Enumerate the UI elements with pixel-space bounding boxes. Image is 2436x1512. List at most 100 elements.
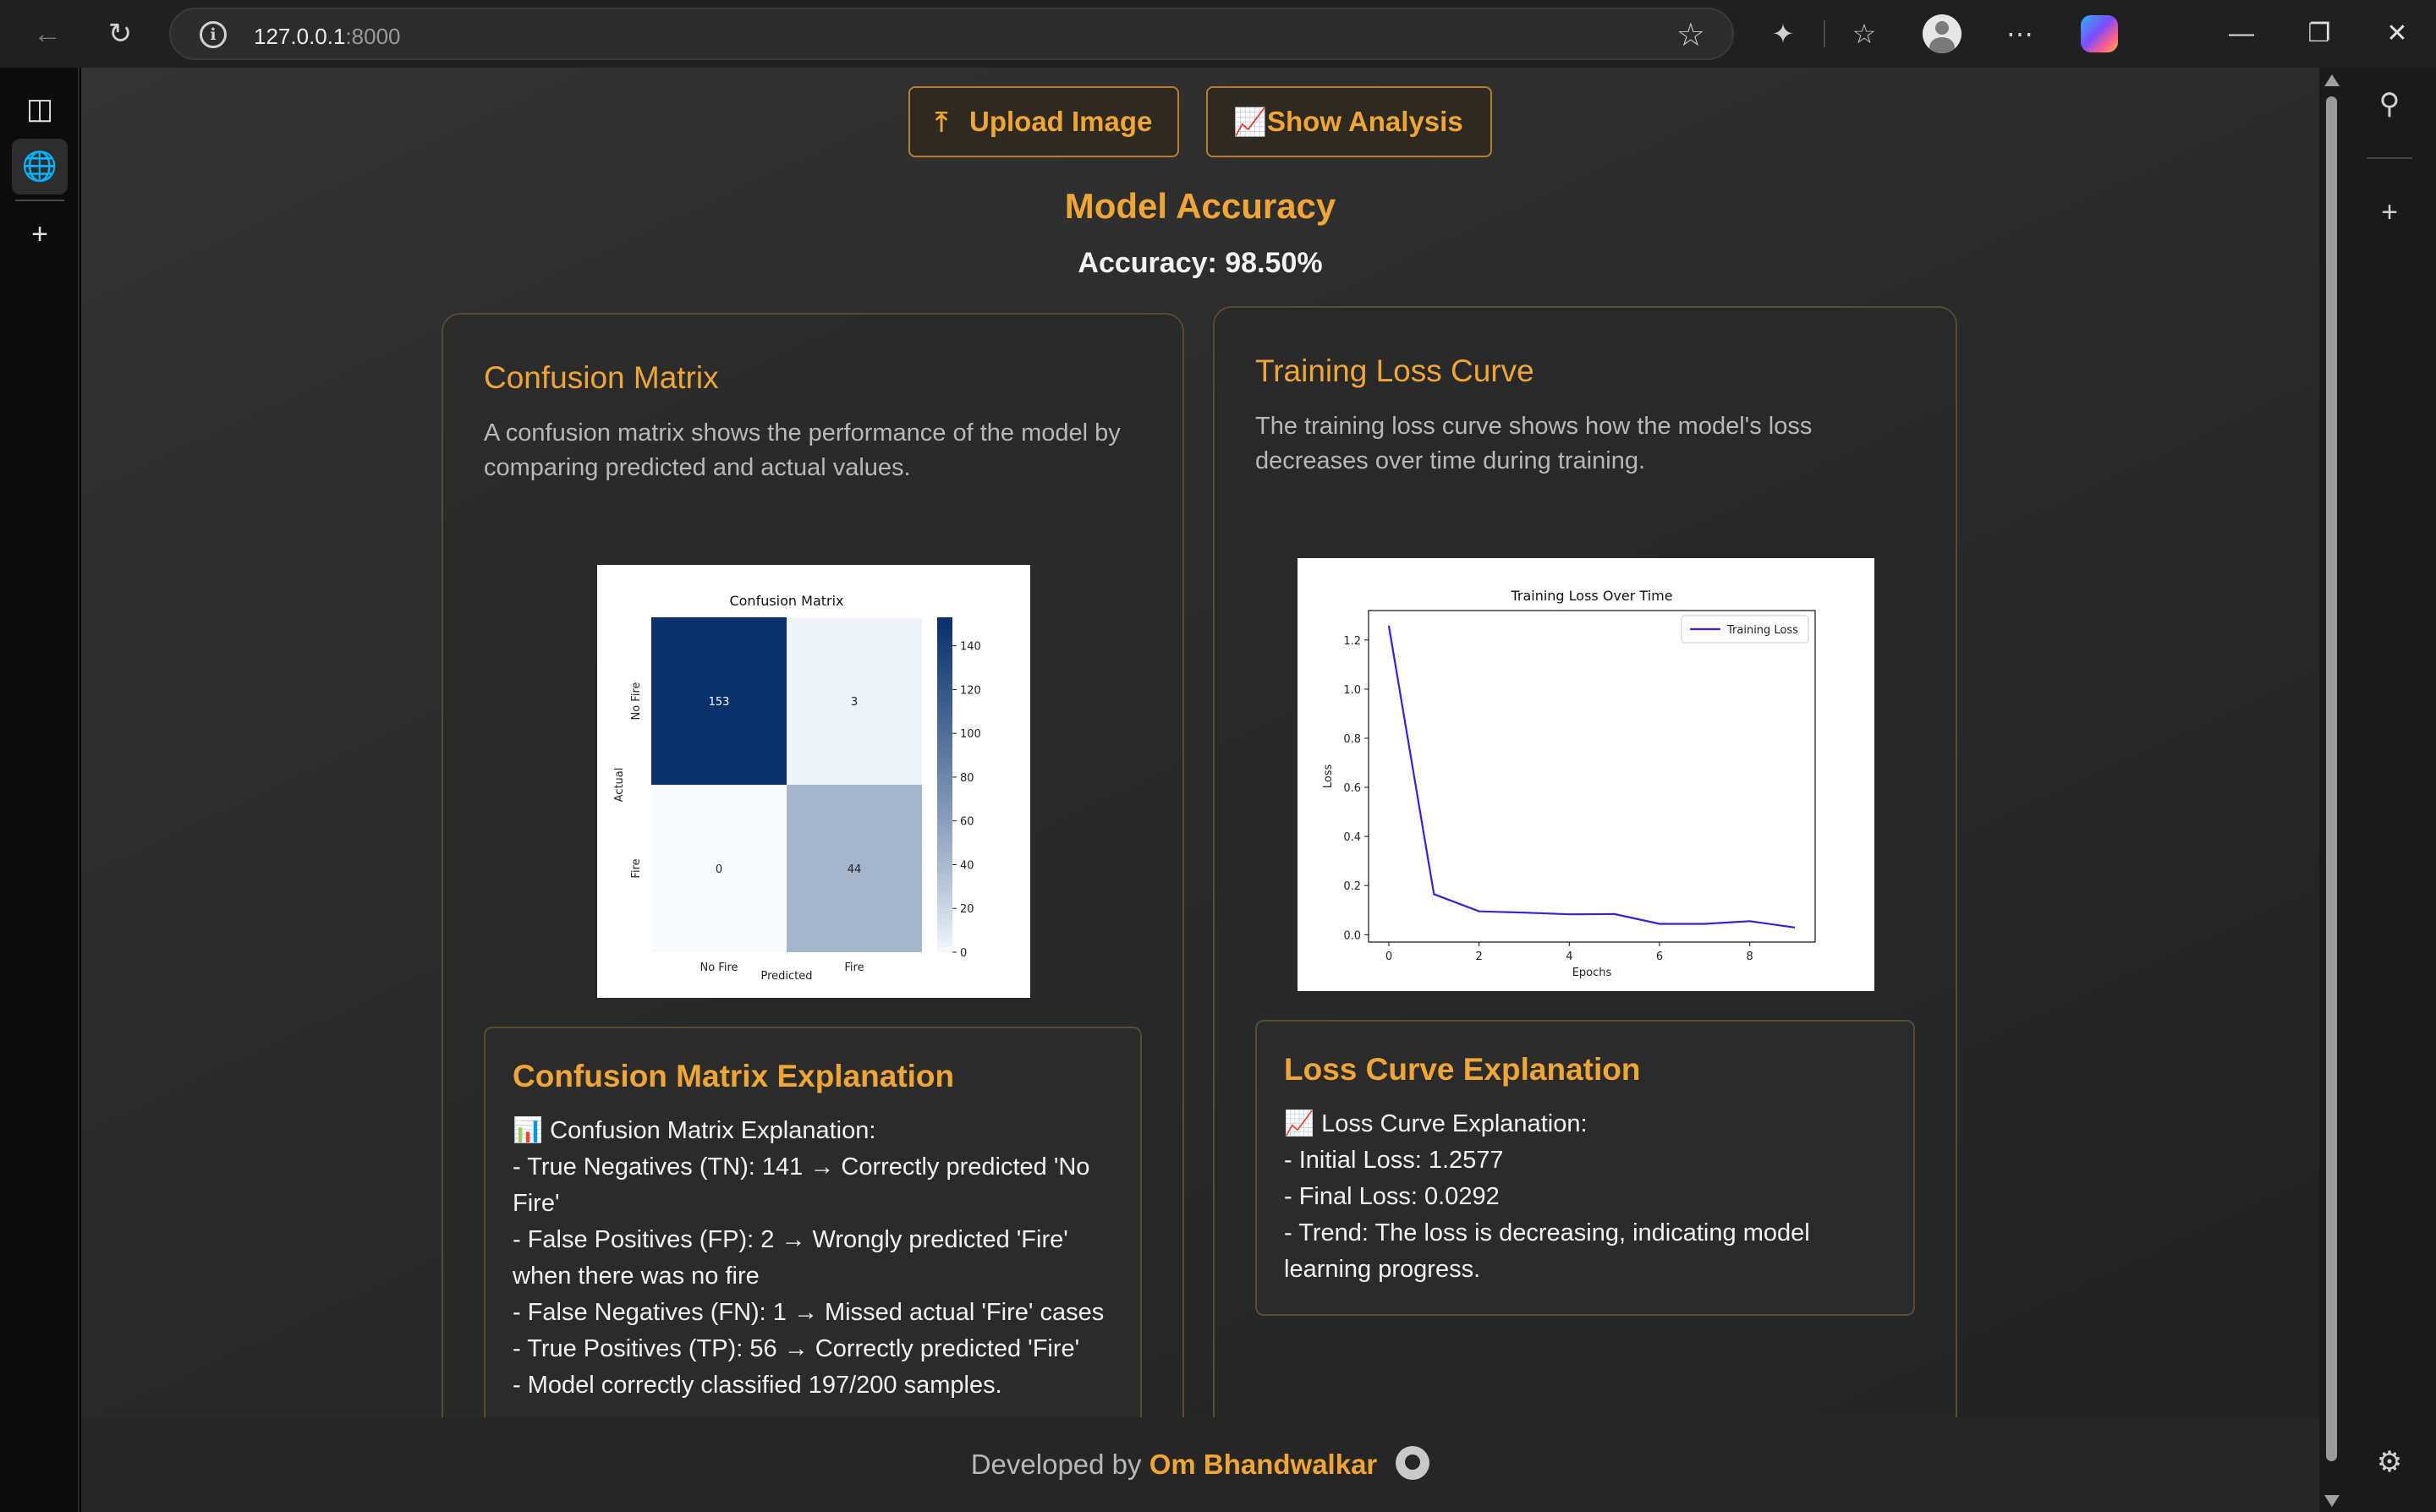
explanation-line: - Trend: The loss is decreasing, indicat… (1284, 1219, 1810, 1283)
more-options-icon[interactable]: ⋯ (2000, 14, 2040, 54)
x-tick-label: 0 (1385, 950, 1392, 963)
colorbar-segment (937, 874, 952, 880)
colorbar-segment (937, 801, 952, 808)
restore-icon[interactable]: ❐ (2296, 14, 2343, 54)
colorbar-segment (937, 924, 952, 931)
colorbar-segment (937, 701, 952, 708)
confusion-matrix-description: A confusion matrix shows the performance… (484, 419, 1121, 481)
favorite-star-icon[interactable]: ☆ (1676, 16, 1705, 54)
model-accuracy-title: Model Accuracy (1064, 186, 1336, 226)
explanation-line: - False Positives (FP): 2 → Wrongly pred… (513, 1226, 1068, 1290)
scroll-thumb[interactable] (2326, 96, 2337, 1461)
colorbar-segment (937, 712, 952, 719)
scroll-up-arrow-icon[interactable] (2324, 74, 2340, 86)
y-tick-label: 0.6 (1343, 782, 1361, 795)
colorbar-tick-label: 140 (960, 641, 981, 654)
y-tick-label: 1.0 (1343, 684, 1361, 697)
new-tab-plus-icon[interactable]: + (12, 206, 68, 262)
colorbar-segment (937, 885, 952, 891)
chart-line-icon: 📈 (1233, 107, 1267, 137)
confusion-matrix-card: Confusion Matrix A confusion matrix show… (442, 313, 1184, 1512)
confusion-matrix-chart: Confusion Matrix 153 3 0 44 No Fire Fire No Fir… (613, 593, 981, 983)
tab-globe-icon[interactable]: 🌐 (12, 139, 68, 194)
cell-value-label: 44 (848, 863, 862, 876)
loss-explanation-text: 📈 Loss Curve Explanation: - Initial Loss… (1284, 1106, 1893, 1288)
colorbar-segment (937, 790, 952, 797)
colorbar-segment (937, 645, 952, 652)
y-tick-label: Fire (630, 858, 643, 878)
colorbar-segment (937, 796, 952, 803)
scroll-down-arrow-icon[interactable] (2324, 1495, 2340, 1507)
colorbar-segment (937, 807, 952, 814)
loss-explanation-title: Loss Curve Explanation (1284, 1052, 1641, 1087)
colorbar-segment (937, 773, 952, 780)
close-icon[interactable]: ✕ (2373, 14, 2421, 54)
explanation-line: 📊 Confusion Matrix Explanation: (513, 1117, 876, 1144)
colorbar-segment (937, 818, 952, 824)
training-loss-title: Training Loss Curve (1255, 353, 1534, 388)
explanation-line: - Final Loss: 0.0292 (1284, 1183, 1500, 1210)
address-bar[interactable]: i 127.0.0.1:8000 ☆ (169, 8, 1734, 60)
y-tick-label: 1.2 (1343, 635, 1361, 648)
y-tick-label: 0.0 (1343, 929, 1361, 942)
cell-value-label: 3 (851, 696, 858, 709)
add-plus-icon[interactable]: + (2368, 191, 2411, 233)
colorbar-segment (937, 673, 952, 680)
accuracy-value: Accuracy: 98.50% (1078, 247, 1323, 279)
favorites-icon[interactable]: ☆ (1844, 14, 1885, 54)
tab-actions-icon[interactable]: ◫ (12, 81, 68, 137)
github-icon[interactable] (1396, 1446, 1430, 1481)
colorbar-segment (937, 723, 952, 730)
page-footer: Developed by Om Bhandwalkar (81, 1417, 2319, 1512)
y-axis-label: Actual (613, 768, 626, 803)
colorbar-segment (937, 667, 952, 674)
y-tick-label: 0.8 (1343, 733, 1361, 746)
colorbar-segment (937, 835, 952, 841)
explanation-line: - True Positives (TP): 56 → Correctly pr… (513, 1335, 1080, 1362)
minimize-icon[interactable]: — (2218, 14, 2265, 54)
colorbar-segment (937, 857, 952, 863)
author-name[interactable]: Om Bhandwalkar (1149, 1449, 1378, 1480)
colorbar-segment (937, 841, 952, 847)
x-tick-label: 4 (1566, 950, 1572, 963)
page-scrollbar[interactable] (2319, 68, 2343, 1512)
legend-label: Training Loss (1726, 624, 1798, 637)
colorbar-tick-label: 80 (960, 772, 974, 785)
explanation-line: - False Negatives (FN): 1 → Missed actua… (513, 1299, 1105, 1326)
colorbar-segment (937, 622, 952, 629)
colorbar-segment (937, 879, 952, 886)
extensions-icon[interactable]: ✦ (1763, 14, 1803, 54)
show-analysis-button[interactable]: 📈Show Analysis (1206, 86, 1492, 157)
site-info-icon[interactable]: i (200, 21, 227, 48)
x-tick-label: No Fire (700, 961, 738, 974)
colorbar-tick-label: 0 (960, 947, 967, 960)
colorbar-segment (937, 717, 952, 724)
colorbar-segment (937, 762, 952, 769)
confusion-matrix-image: Confusion Matrix 153 3 0 44 No Fire Fire No Fir… (597, 565, 1030, 998)
colorbar-segment (937, 617, 952, 624)
colorbar-segment (937, 779, 952, 786)
colorbar-segment (937, 678, 952, 685)
colorbar-segment (937, 901, 952, 908)
refresh-icon[interactable]: ↻ (100, 14, 140, 54)
colorbar-segment (937, 684, 952, 691)
url-text[interactable]: 127.0.0.1:8000 (254, 24, 401, 50)
y-tick-label: 0.4 (1343, 831, 1361, 844)
footer-prefix: Developed by (970, 1449, 1149, 1480)
colorbar-tick-label: 20 (960, 903, 974, 916)
colorbar-segment (937, 734, 952, 741)
copilot-icon[interactable] (2081, 15, 2118, 52)
back-arrow-icon[interactable]: ← (27, 14, 68, 54)
settings-gear-icon[interactable]: ⚙ (2368, 1441, 2411, 1483)
colorbar-segment (937, 852, 952, 858)
colorbar-segment (937, 757, 952, 764)
profile-avatar[interactable] (1923, 14, 1961, 53)
x-tick-label: 8 (1747, 950, 1753, 963)
x-tick-label: Fire (844, 961, 864, 974)
explanation-line: - Model correctly classified 197/200 sam… (513, 1372, 1002, 1399)
search-icon[interactable]: ⚲ (2368, 83, 2411, 125)
colorbar-segment (937, 929, 952, 936)
colorbar-segment (937, 656, 952, 663)
colorbar-segment (937, 918, 952, 925)
upload-image-button[interactable]: ⤒ Upload Image (908, 86, 1179, 157)
